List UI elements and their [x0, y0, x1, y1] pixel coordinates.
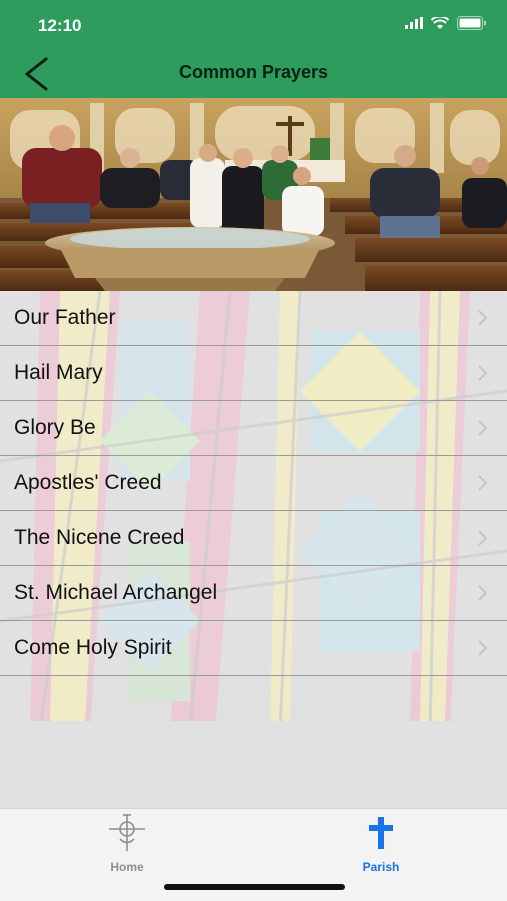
list-item-glory-be[interactable]: Glory Be: [0, 401, 507, 456]
list-item-hail-mary[interactable]: Hail Mary: [0, 346, 507, 401]
battery-icon: [457, 16, 486, 30]
list-item-nicene-creed[interactable]: The Nicene Creed: [0, 511, 507, 566]
home-emblem-icon: [109, 814, 145, 851]
list-item-st-michael-archangel[interactable]: St. Michael Archangel: [0, 566, 507, 621]
page-title: Common Prayers: [178, 62, 329, 82]
tab-parish-label: Parish: [362, 860, 400, 874]
chevron-right-icon: [478, 640, 487, 656]
tab-parish[interactable]: Parish: [331, 813, 431, 874]
prayer-list-area: Our Father Hail Mary Glory Be Apostles' …: [0, 291, 507, 808]
chevron-right-icon: [478, 475, 487, 491]
list-item-label: Glory Be: [14, 416, 96, 439]
list-item-come-holy-spirit[interactable]: Come Holy Spirit: [0, 621, 507, 676]
wifi-icon: [431, 16, 449, 29]
status-time: 12:10: [38, 16, 82, 35]
list-item-label: The Nicene Creed: [14, 526, 185, 549]
home-indicator: [164, 884, 345, 890]
prayer-list: Our Father Hail Mary Glory Be Apostles' …: [0, 291, 507, 676]
list-item-label: St. Michael Archangel: [14, 581, 218, 604]
list-item-label: Apostles' Creed: [14, 471, 162, 494]
navigation-header: 12:10 Common Prayers: [0, 0, 507, 98]
list-item-our-father[interactable]: Our Father: [0, 291, 507, 346]
church-photo: [0, 98, 507, 291]
chevron-right-icon: [478, 420, 487, 436]
list-item-label: Our Father: [14, 306, 116, 329]
chevron-right-icon: [478, 365, 487, 381]
chevron-right-icon: [478, 310, 487, 326]
status-icons: [405, 16, 487, 30]
chevron-right-icon: [478, 530, 487, 546]
cross-icon: [369, 817, 393, 849]
tab-home-label: Home: [110, 860, 144, 874]
signal-icon: [405, 17, 423, 29]
chevron-right-icon: [478, 585, 487, 601]
tab-home[interactable]: Home: [77, 813, 177, 874]
list-item-label: Come Holy Spirit: [14, 636, 172, 659]
list-item-apostles-creed[interactable]: Apostles' Creed: [0, 456, 507, 511]
list-item-label: Hail Mary: [14, 361, 103, 384]
